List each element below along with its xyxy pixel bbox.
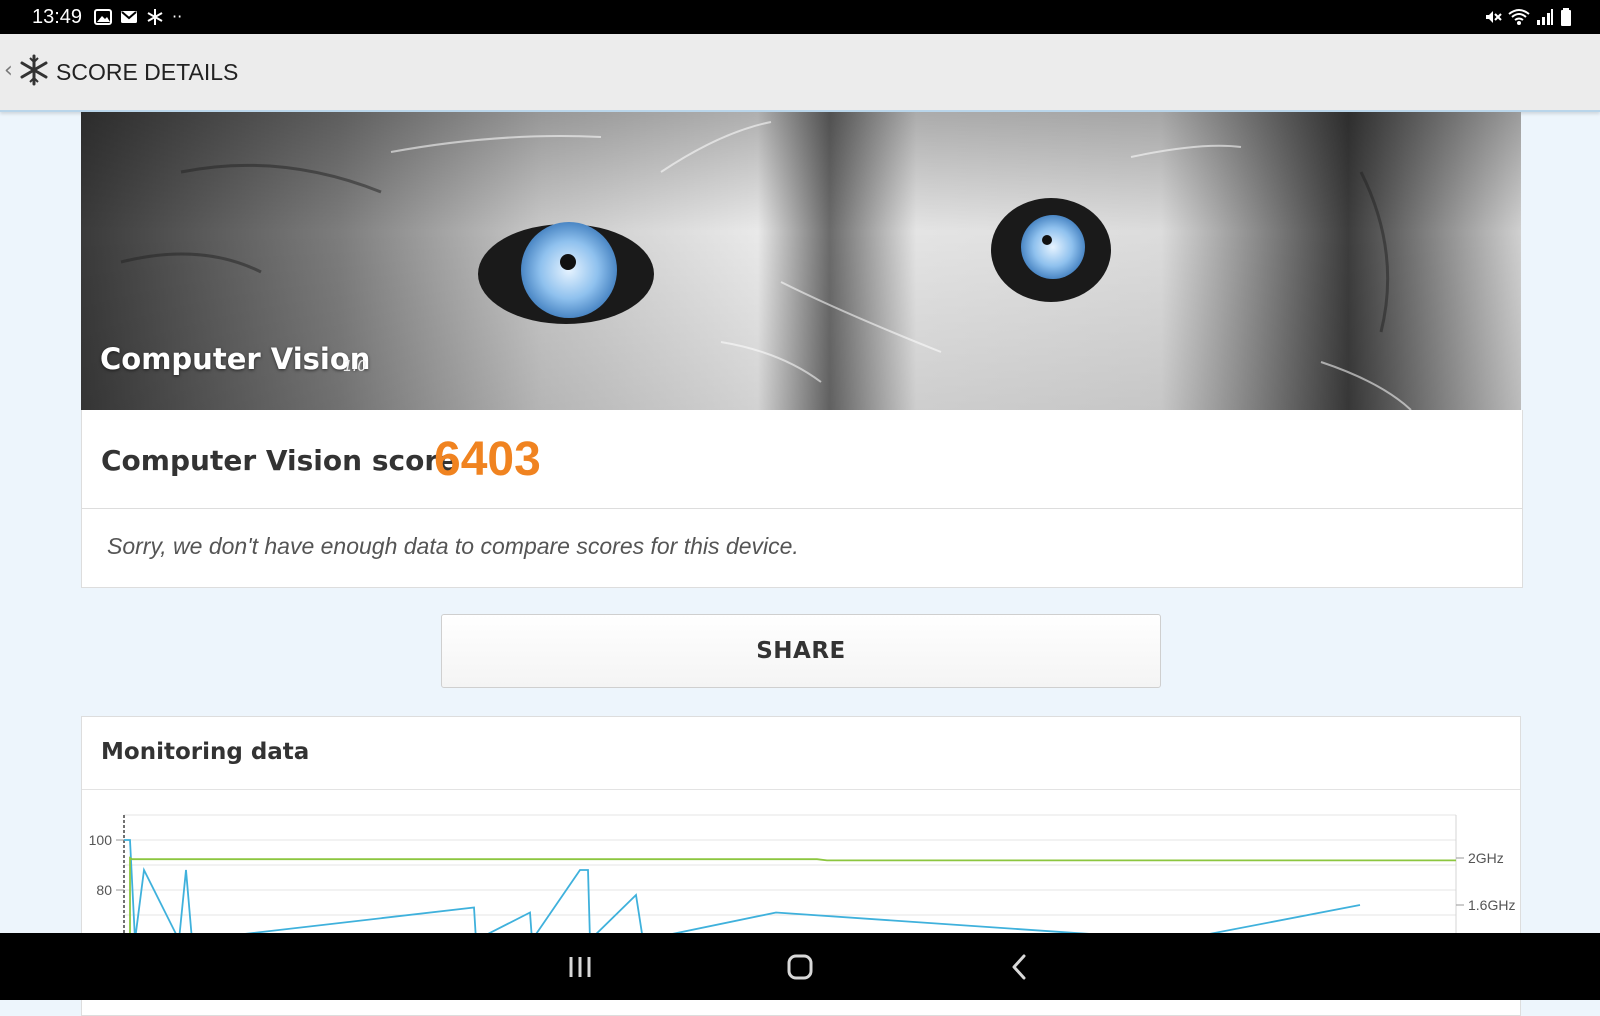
monitoring-title: Monitoring data bbox=[101, 739, 310, 765]
recents-icon[interactable] bbox=[560, 947, 600, 987]
monitoring-chart: 100 80 2GHz 1.6GHz bbox=[89, 814, 1515, 950]
score-card: Computer Vision score 6403 bbox=[81, 410, 1523, 509]
score-label: Computer Vision score bbox=[101, 444, 458, 477]
hero-banner: Computer Vision 1.0 bbox=[81, 112, 1521, 410]
left-axis-tick-label: 80 bbox=[96, 882, 112, 898]
comparison-note-card: Sorry, we don't have enough data to comp… bbox=[81, 509, 1523, 588]
wifi-icon bbox=[1508, 9, 1530, 25]
right-axis-tick-label: 1.6GHz bbox=[1468, 897, 1515, 913]
home-icon[interactable] bbox=[780, 947, 820, 987]
status-time: 13:49 bbox=[32, 6, 83, 28]
page-title: SCORE DETAILS bbox=[56, 59, 239, 85]
hero-version: 1.0 bbox=[343, 357, 367, 375]
battery-icon bbox=[1561, 8, 1571, 26]
image-icon bbox=[94, 9, 112, 25]
mute-icon bbox=[1486, 11, 1502, 23]
left-axis-tick-label: 100 bbox=[89, 832, 113, 848]
app-logo-icon[interactable] bbox=[18, 54, 50, 86]
more-dots-icon: ·· bbox=[172, 7, 183, 26]
score-value: 6403 bbox=[434, 433, 541, 486]
back-icon[interactable] bbox=[1000, 947, 1040, 987]
status-bar: 13:49 ·· bbox=[0, 0, 1600, 34]
comparison-note: Sorry, we don't have enough data to comp… bbox=[107, 533, 799, 559]
back-chevron-icon[interactable]: ‹ bbox=[4, 58, 13, 83]
share-button-label: SHARE bbox=[756, 638, 846, 664]
gmail-icon bbox=[121, 11, 137, 23]
navigation-bar bbox=[0, 933, 1600, 1000]
hero-title: Computer Vision bbox=[100, 342, 371, 376]
snowflake-icon bbox=[147, 9, 163, 25]
right-axis-tick-label: 2GHz bbox=[1468, 850, 1504, 866]
signal-icon bbox=[1537, 9, 1553, 25]
share-button[interactable]: SHARE bbox=[441, 614, 1161, 688]
app-bar: ‹ SCORE DETAILS bbox=[0, 34, 1600, 112]
